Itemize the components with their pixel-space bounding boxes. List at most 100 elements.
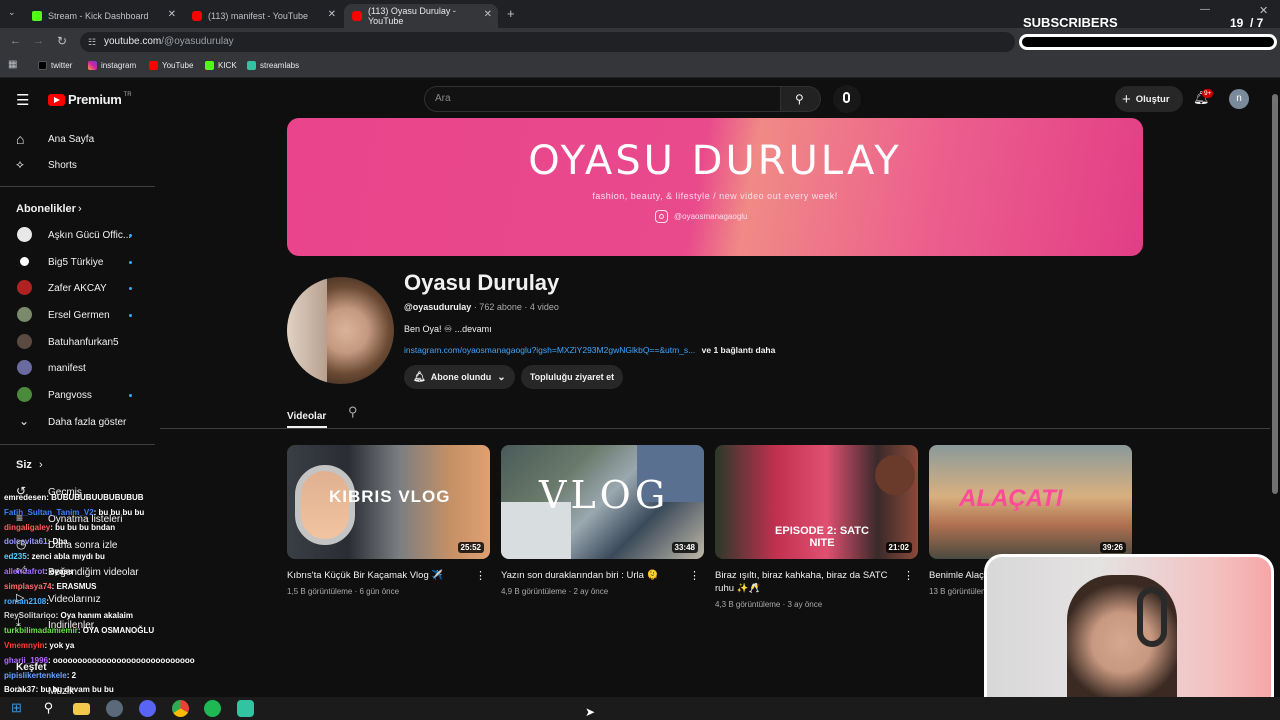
- chat-username: dingaligaley: [4, 522, 51, 532]
- menu-icon[interactable]: ☰: [16, 91, 29, 109]
- more-vert-icon[interactable]: ⋮: [689, 569, 700, 582]
- sidebar-item-ersel[interactable]: Ersel Germen: [0, 302, 155, 328]
- instagram-link[interactable]: instagram.com/oyaosmanagaoglu?igsh=MXZiY…: [404, 345, 695, 355]
- chat-text: : zenci abla mıydı bu: [26, 552, 105, 562]
- bookmark-kick[interactable]: KICK: [205, 61, 237, 70]
- video-thumbnail[interactable]: EPISODE 2: SATC NITE 21:02: [715, 445, 918, 559]
- tab-search-icon[interactable]: ⌄: [8, 7, 16, 18]
- bookmarks-bar: ▦ twitter instagram YouTube KICK streaml…: [0, 56, 1280, 78]
- discord-icon[interactable]: [139, 700, 156, 717]
- file-explorer-icon[interactable]: [73, 703, 90, 715]
- chrome-icon[interactable]: [172, 700, 189, 717]
- channel-links: instagram.com/oyaosmanagaoglu?igsh=MXZiY…: [404, 345, 775, 355]
- channel-avatar: [17, 254, 32, 269]
- sidebar-item-pangvoss[interactable]: Pangvoss: [0, 382, 155, 408]
- bookmark-label: twitter: [51, 61, 73, 70]
- chat-username: Borak37: [4, 685, 36, 695]
- youtube-favicon-icon: [352, 11, 362, 21]
- avatar[interactable]: n: [1229, 89, 1249, 109]
- chat-message: ed235: zenci abla mıydı bu: [4, 552, 105, 561]
- chat-text: : bu bu devam bu bu: [35, 685, 114, 695]
- video-thumbnail[interactable]: VLOG 33:48: [501, 445, 704, 559]
- create-button[interactable]: + Oluştur: [1115, 86, 1183, 112]
- spotify-icon[interactable]: [204, 700, 221, 717]
- tab-manifest-youtube[interactable]: (113) manifest - YouTube ✕: [184, 4, 342, 28]
- bell-icon: 🔔︎: [413, 371, 426, 383]
- url-field[interactable]: ☷ youtube.com/@oyasudurulay: [80, 32, 1015, 52]
- video-duration: 21:02: [885, 542, 912, 553]
- back-icon[interactable]: ←: [10, 35, 21, 47]
- subscribed-button[interactable]: 🔔︎ Abone olundu ⌄: [404, 365, 515, 389]
- video-thumbnail[interactable]: KIBRIS VLOG 25:52: [287, 445, 490, 559]
- subscribers-goal: / 7: [1250, 16, 1264, 30]
- instagram-icon: [655, 210, 668, 223]
- close-tab-icon[interactable]: ✕: [168, 9, 176, 20]
- search-input[interactable]: Ara: [424, 86, 781, 112]
- channel-handle: @oyasudurulay: [404, 302, 472, 312]
- more-vert-icon[interactable]: ⋮: [475, 569, 486, 582]
- streamlabs-icon[interactable]: [237, 700, 254, 717]
- channel-avatar: [17, 334, 32, 349]
- bookmark-streamlabs[interactable]: streamlabs: [247, 61, 299, 70]
- sidebar-item-big5[interactable]: Big5 Türkiye: [0, 249, 155, 275]
- tab-oyasu-youtube[interactable]: (113) Oyasu Durulay - YouTube ✕: [344, 4, 498, 28]
- subscriptions-header[interactable]: Abonelikler ›: [0, 196, 155, 222]
- chat-message: gharii_1996: ooooooooooooooooooooooooooo…: [4, 656, 195, 665]
- chat-text: : BUBUBUBUUBUBUBUB: [46, 493, 144, 502]
- channel-description[interactable]: Ben Oya! ♾ ...devamı: [404, 324, 492, 335]
- site-info-icon[interactable]: ☷: [88, 32, 96, 52]
- chat-username: dolcevita61: [4, 537, 48, 547]
- channel-banner: OYASU DURULAY fashion, beauty, & lifesty…: [287, 118, 1143, 256]
- tab-kick-dashboard[interactable]: Stream - Kick Dashboard ✕: [24, 4, 182, 28]
- sidebar-item-batuhan[interactable]: Batuhanfurkan5: [0, 329, 155, 355]
- bookmark-youtube[interactable]: YouTube: [149, 61, 193, 70]
- sidebar-item-manifest[interactable]: manifest: [0, 355, 155, 381]
- more-vert-icon[interactable]: ⋮: [903, 569, 914, 582]
- new-content-dot: [129, 287, 132, 290]
- video-title[interactable]: Biraz ışıltı, biraz kahkaha, biraz da SA…: [715, 569, 900, 595]
- close-tab-icon[interactable]: ✕: [328, 9, 336, 20]
- sidebar-item-zafer[interactable]: Zafer AKCAY: [0, 275, 155, 301]
- channel-search-icon[interactable]: ⚲: [348, 404, 358, 420]
- youtube-logo-icon: [149, 61, 158, 70]
- you-header[interactable]: Siz ›: [0, 452, 155, 478]
- video-duration: 39:26: [1099, 542, 1126, 553]
- channel-handle-row: @oyasudurulay · 762 abone · 4 video: [404, 302, 559, 312]
- sidebar-item-shorts[interactable]: ⟡ Shorts: [0, 152, 155, 178]
- create-label: Oluştur: [1135, 93, 1170, 105]
- video-meta: 13 B görüntüleme: [929, 587, 993, 596]
- reload-icon[interactable]: ↻: [57, 34, 67, 48]
- chat-message: ReySolitarioo: Oya hanım akalaim: [4, 611, 133, 620]
- mouse-cursor-icon: ➤: [585, 705, 596, 719]
- app-icon[interactable]: [106, 700, 123, 717]
- video-title[interactable]: Yazın son duraklarından biri : Urla 🫠: [501, 569, 686, 582]
- search-icon[interactable]: ⚲: [40, 700, 57, 717]
- search-button[interactable]: ⚲: [781, 86, 821, 112]
- tab-videos[interactable]: Videolar: [287, 406, 327, 428]
- video-thumbnail[interactable]: ALAÇATI 39:26: [929, 445, 1132, 559]
- apps-grid-icon[interactable]: ▦: [8, 59, 17, 70]
- video-title[interactable]: Kıbrıs'ta Küçük Bir Kaçamak Vlog ✈️: [287, 569, 472, 582]
- sidebar-item-home[interactable]: ⌂ Ana Sayfa: [0, 126, 155, 152]
- chat-username: ReySolitarioo: [4, 611, 56, 621]
- new-content-dot: [129, 261, 132, 264]
- show-more-button[interactable]: ⌄ Daha fazla göster: [0, 409, 155, 435]
- forward-icon[interactable]: →: [33, 35, 44, 47]
- visit-community-button[interactable]: Topluluğu ziyaret et: [521, 365, 623, 389]
- sidebar-item-askin-gucu[interactable]: Aşkın Gücü Offic...: [0, 222, 155, 248]
- voice-search-button[interactable]: [833, 85, 861, 113]
- subscribed-label: Abone olundu: [430, 372, 492, 382]
- bookmark-twitter[interactable]: twitter: [38, 61, 72, 70]
- bookmark-instagram[interactable]: instagram: [88, 61, 136, 70]
- chat-text: : Dba: [47, 537, 68, 547]
- chat-message: simplasya74: ERASMUS: [4, 582, 96, 591]
- chat-message: allendafrot: oyasu: [4, 567, 73, 576]
- banner-title: OYASU DURULAY: [528, 138, 902, 184]
- windows-start-icon[interactable]: ⊞: [8, 700, 25, 717]
- chat-username: allendafrot: [4, 567, 45, 576]
- more-links[interactable]: ve 1 bağlantı daha: [702, 345, 776, 355]
- youtube-logo[interactable]: Premium TR: [48, 92, 132, 107]
- close-tab-icon[interactable]: ✕: [484, 9, 492, 20]
- section-title: Abonelikler: [16, 203, 76, 215]
- new-tab-icon[interactable]: +: [507, 6, 515, 21]
